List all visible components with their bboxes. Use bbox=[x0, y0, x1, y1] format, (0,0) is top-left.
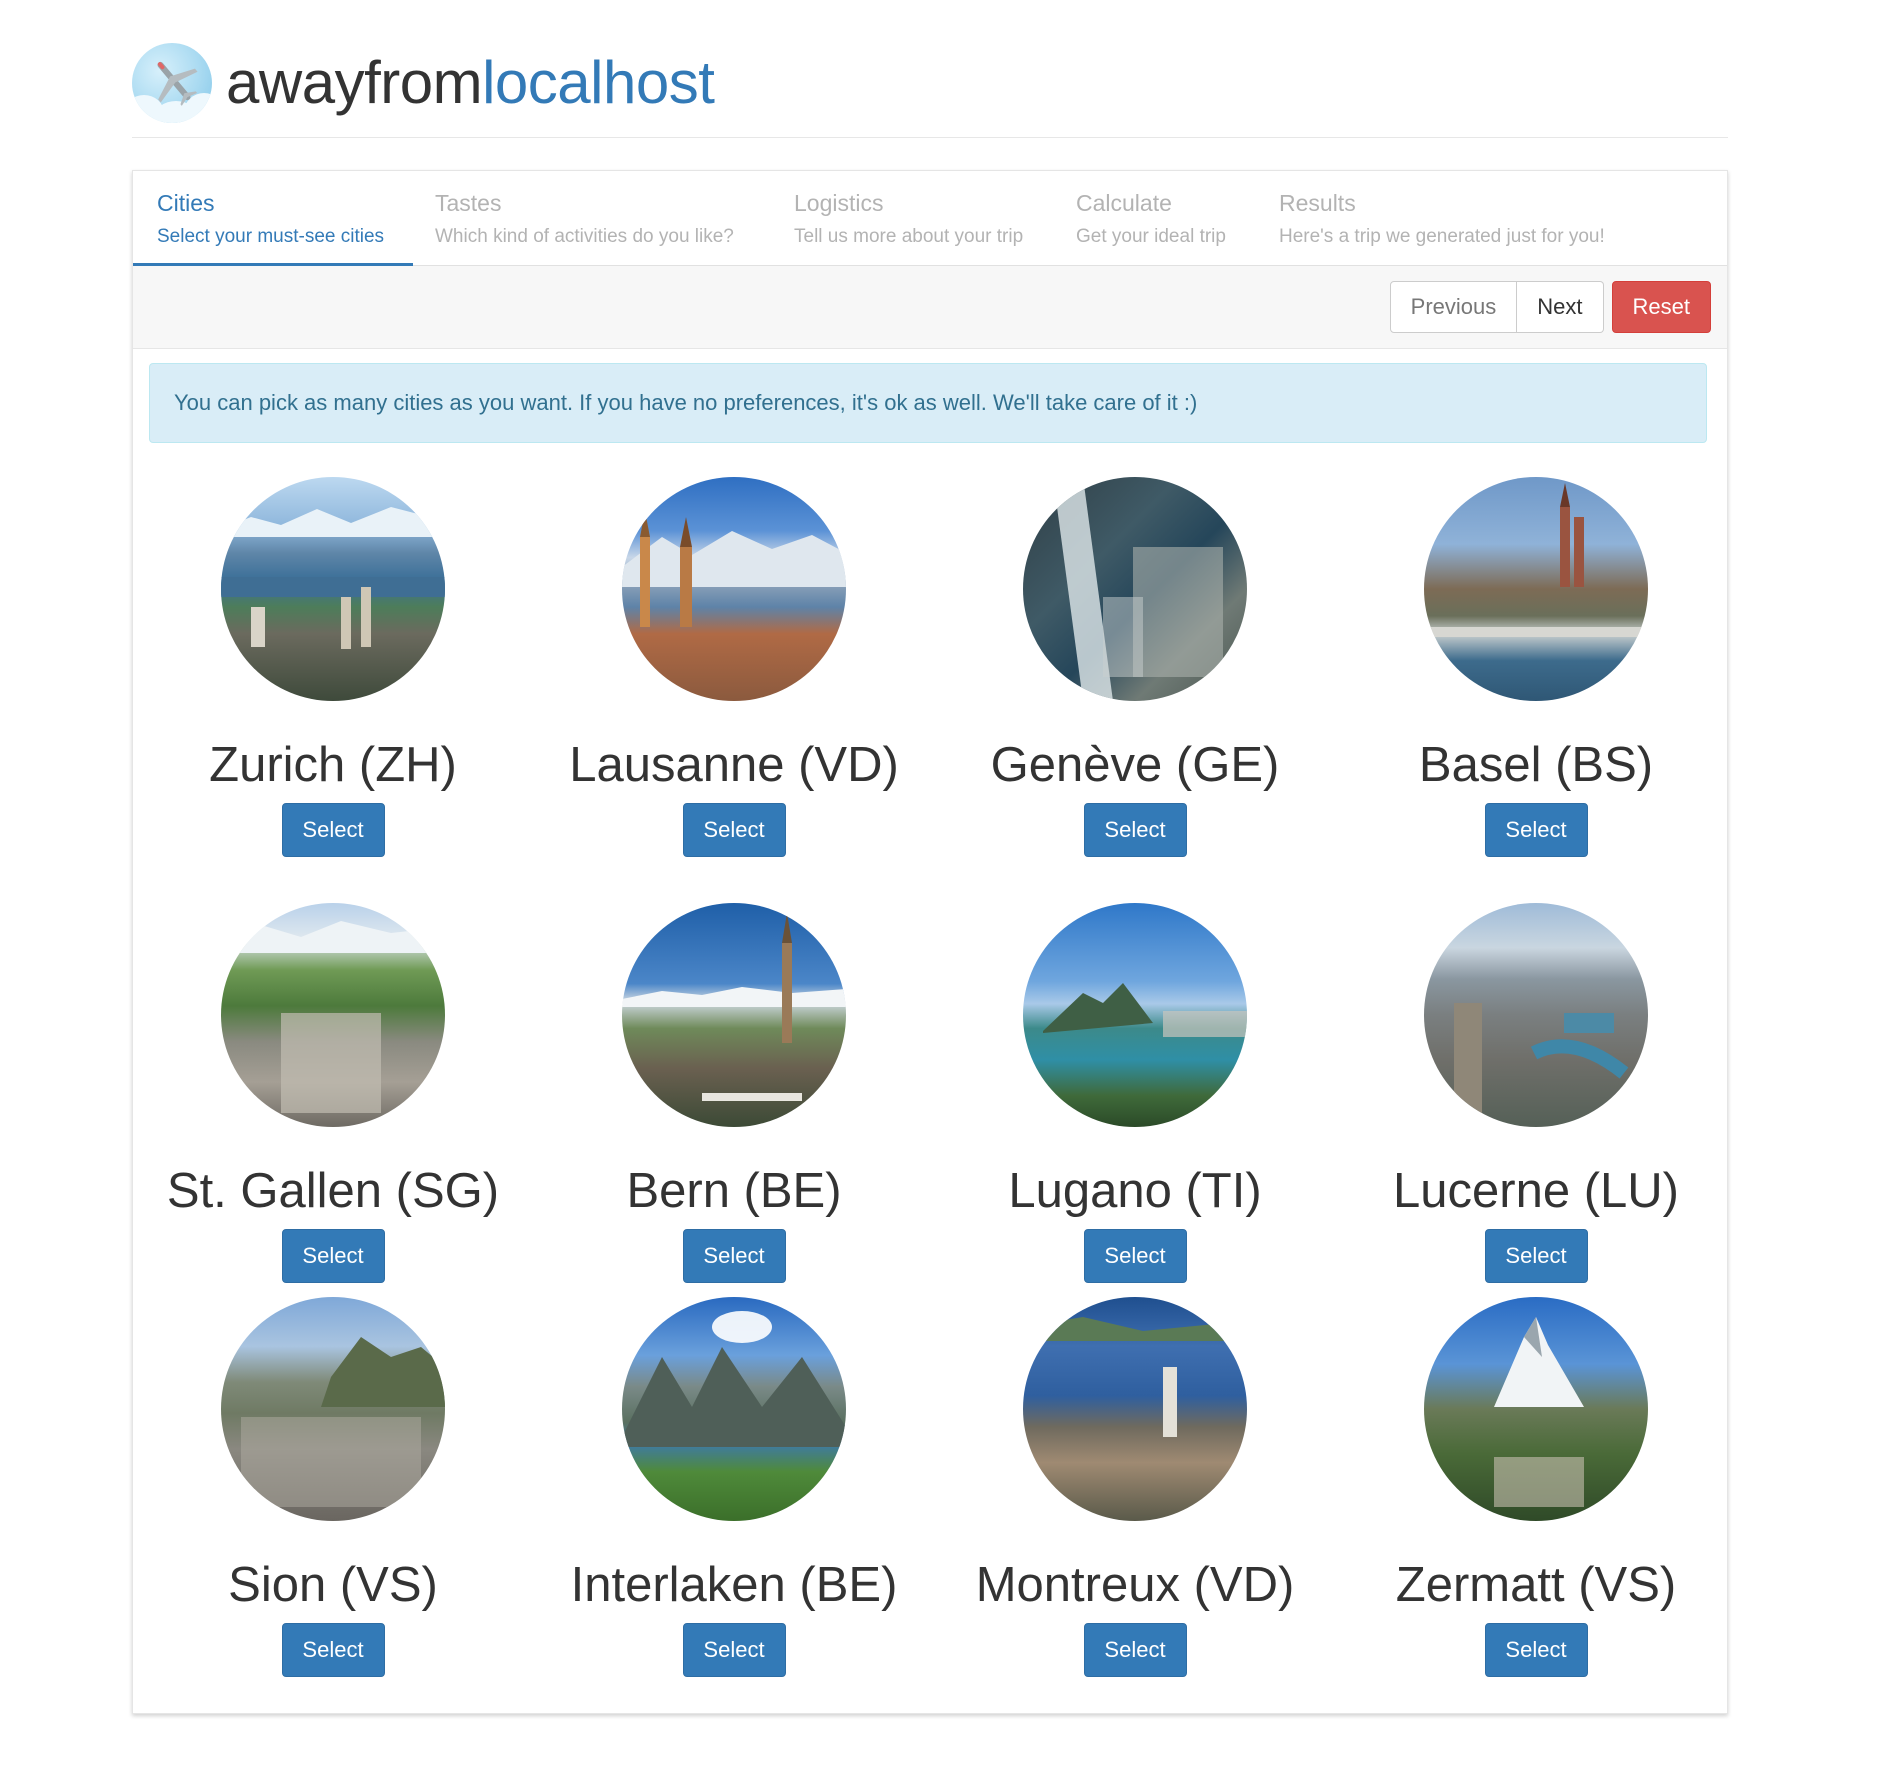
city-photo-montreux bbox=[1023, 1297, 1247, 1521]
brand[interactable]: awayfromlocalhost bbox=[132, 38, 715, 128]
city-photo-bern bbox=[622, 903, 846, 1127]
city-photo-zermatt bbox=[1424, 1297, 1648, 1521]
select-button[interactable]: Select bbox=[281, 803, 385, 857]
select-button[interactable]: Select bbox=[281, 1229, 385, 1283]
city-photo-basel bbox=[1424, 477, 1648, 701]
city-name: St. Gallen (SG) bbox=[166, 1164, 500, 1218]
city-photo-lugano bbox=[1023, 903, 1247, 1127]
select-button[interactable]: Select bbox=[682, 1623, 786, 1677]
city-card-geneve: Genève (GE) Select bbox=[935, 477, 1335, 857]
city-name: Zurich (ZH) bbox=[209, 738, 457, 792]
city-card-lausanne: Lausanne (VD) Select bbox=[534, 477, 934, 857]
header-divider bbox=[132, 137, 1728, 138]
select-button[interactable]: Select bbox=[1083, 803, 1187, 857]
city-card-bern: Bern (BE) Select bbox=[534, 903, 934, 1283]
city-name: Lugano (TI) bbox=[1008, 1164, 1262, 1218]
city-photo-zurich bbox=[221, 477, 445, 701]
city-name: Zermatt (VS) bbox=[1395, 1558, 1677, 1612]
city-card-lucerne: Lucerne (LU) Select bbox=[1336, 903, 1736, 1283]
city-card-zurich: Zurich (ZH) Select bbox=[133, 477, 533, 857]
city-name: Montreux (VD) bbox=[975, 1558, 1295, 1612]
select-button[interactable]: Select bbox=[1484, 1229, 1588, 1283]
city-name: Bern (BE) bbox=[626, 1164, 842, 1218]
city-photo-geneve bbox=[1023, 477, 1247, 701]
airplane-cloud-icon bbox=[132, 43, 212, 123]
select-button[interactable]: Select bbox=[281, 1623, 385, 1677]
city-photo-interlaken bbox=[622, 1297, 846, 1521]
city-name: Lausanne (VD) bbox=[569, 738, 899, 792]
city-name: Sion (VS) bbox=[228, 1558, 438, 1612]
select-button[interactable]: Select bbox=[1083, 1623, 1187, 1677]
select-button[interactable]: Select bbox=[682, 803, 786, 857]
city-card-lugano: Lugano (TI) Select bbox=[935, 903, 1335, 1283]
city-photo-sion bbox=[221, 1297, 445, 1521]
city-card-interlaken: Interlaken (BE) Select bbox=[534, 1297, 934, 1677]
brand-name-part2: localhost bbox=[482, 49, 715, 116]
city-photo-lausanne bbox=[622, 477, 846, 701]
city-name: Lucerne (LU) bbox=[1393, 1164, 1679, 1218]
city-card-montreux: Montreux (VD) Select bbox=[935, 1297, 1335, 1677]
select-button[interactable]: Select bbox=[682, 1229, 786, 1283]
city-card-zermatt: Zermatt (VS) Select bbox=[1336, 1297, 1736, 1677]
city-grid: Zurich (ZH) Select Lausanne (VD) Select … bbox=[133, 171, 1727, 1713]
city-name: Basel (BS) bbox=[1418, 738, 1654, 792]
select-button[interactable]: Select bbox=[1484, 803, 1588, 857]
city-card-sion: Sion (VS) Select bbox=[133, 1297, 533, 1677]
brand-name-part1: awayfrom bbox=[226, 49, 483, 116]
wizard-panel: Cities Select your must-see cities Taste… bbox=[132, 170, 1728, 1714]
city-photo-st-gallen bbox=[221, 903, 445, 1127]
select-button[interactable]: Select bbox=[1083, 1229, 1187, 1283]
city-name: Genève (GE) bbox=[990, 738, 1280, 792]
city-photo-lucerne bbox=[1424, 903, 1648, 1127]
city-card-st-gallen: St. Gallen (SG) Select bbox=[133, 903, 533, 1283]
city-card-basel: Basel (BS) Select bbox=[1336, 477, 1736, 857]
select-button[interactable]: Select bbox=[1484, 1623, 1588, 1677]
city-name: Interlaken (BE) bbox=[570, 1558, 898, 1612]
brand-name: awayfromlocalhost bbox=[226, 53, 715, 113]
